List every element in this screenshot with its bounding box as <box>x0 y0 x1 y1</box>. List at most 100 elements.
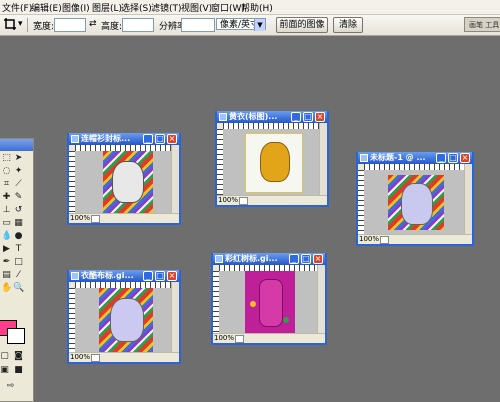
vertical-scrollbar[interactable] <box>171 282 179 353</box>
lasso-tool-icon[interactable]: ◌ <box>1 166 12 176</box>
close-icon[interactable]: × <box>460 153 470 163</box>
document-icon <box>71 272 79 280</box>
minimize-icon[interactable]: _ <box>143 134 153 144</box>
maximize-icon[interactable]: □ <box>155 271 165 281</box>
document-window[interactable]: 彩红树标.gi... _ □ × 100% <box>211 253 327 345</box>
background-color-swatch[interactable] <box>7 328 25 344</box>
resolution-field[interactable] <box>181 18 215 32</box>
vertical-scrollbar[interactable] <box>317 265 325 334</box>
standard-mode-icon[interactable]: ▢ <box>0 351 10 361</box>
slice-tool-icon[interactable]: ⟋ <box>13 179 24 189</box>
crop-tool-icon[interactable]: ⌗ <box>1 179 12 189</box>
title-bar[interactable]: 黄衣(标图)... _ □ × <box>217 111 327 123</box>
crop-icon[interactable] <box>3 17 17 31</box>
blur-tool-icon[interactable]: 💧 <box>1 231 12 241</box>
status-bar: 100% <box>69 352 179 362</box>
doc-info-icon[interactable] <box>91 215 100 223</box>
title-bar[interactable]: 连帽衫封标... _ □ × <box>69 133 179 145</box>
menu-file[interactable]: 文件(F) <box>2 1 32 14</box>
close-icon[interactable]: × <box>315 112 325 122</box>
minimize-icon[interactable]: _ <box>143 271 153 281</box>
garment-image <box>401 183 433 225</box>
title-bar[interactable]: 衣酷布标.gi... _ □ × <box>69 270 179 282</box>
canvas-area[interactable] <box>219 271 320 334</box>
vertical-scrollbar[interactable] <box>319 123 327 196</box>
doc-info-icon[interactable] <box>91 354 100 362</box>
jump-to-imageready-icon[interactable]: ⇨ <box>5 381 16 391</box>
eyedropper-icon[interactable]: ⁄ <box>13 270 24 280</box>
brush-tool-icon[interactable]: ✎ <box>13 192 24 202</box>
close-icon[interactable]: × <box>167 134 177 144</box>
minimize-icon[interactable]: _ <box>289 254 299 264</box>
canvas-area[interactable] <box>364 170 467 235</box>
pen-tool-icon[interactable]: ✒ <box>1 257 12 267</box>
marquee-tool-icon[interactable]: ⬚ <box>1 153 12 163</box>
document-title: 未标题-1 @ ... <box>370 153 426 162</box>
menu-help[interactable]: 帮助(H) <box>241 1 273 14</box>
front-image-button[interactable]: 前面的图像 <box>276 17 328 33</box>
menu-select[interactable]: 选择(S) <box>121 1 152 14</box>
maximize-icon[interactable]: □ <box>448 153 458 163</box>
maximize-icon[interactable]: □ <box>301 254 311 264</box>
notes-tool-icon[interactable]: ▤ <box>1 270 12 280</box>
magic-wand-icon[interactable]: ✦ <box>13 166 24 176</box>
minimize-icon[interactable]: _ <box>291 112 301 122</box>
eraser-tool-icon[interactable]: ▭ <box>1 218 12 228</box>
title-bar[interactable]: 彩红树标.gi... _ □ × <box>213 253 325 265</box>
document-window[interactable]: 衣酷布标.gi... _ □ × 100% <box>67 270 181 364</box>
document-window[interactable]: 连帽衫封标... _ □ × 100% <box>67 133 181 225</box>
unit-select[interactable]: 像素/英寸 ▼ <box>216 18 266 31</box>
canvas-area[interactable] <box>75 288 174 353</box>
zoom-level: 100% <box>70 214 91 222</box>
menu-edit[interactable]: 编辑(E) <box>31 1 62 14</box>
dodge-tool-icon[interactable]: ● <box>13 231 24 241</box>
doc-info-icon[interactable] <box>235 335 244 343</box>
fullscreen-mode-icon[interactable]: ■ <box>13 365 24 375</box>
menu-filter[interactable]: 滤镜(T) <box>151 1 182 14</box>
hand-tool-icon[interactable]: ✋ <box>1 283 12 293</box>
toolbox-header <box>0 139 33 151</box>
move-tool-icon[interactable]: ➤ <box>13 153 24 163</box>
doc-info-icon[interactable] <box>239 197 248 205</box>
type-tool-icon[interactable]: T <box>13 244 24 254</box>
maximize-icon[interactable]: □ <box>303 112 313 122</box>
shape-tool-icon[interactable]: □ <box>13 257 24 267</box>
height-field[interactable] <box>122 18 154 32</box>
screen-mode-icon[interactable]: ▣ <box>0 365 10 375</box>
document-window[interactable]: 黄衣(标图)... _ □ × 100% <box>215 111 329 207</box>
document-title: 彩红树标.gi... <box>225 254 278 263</box>
vertical-scrollbar[interactable] <box>171 145 179 214</box>
document-window[interactable]: 未标题-1 @ ... _ □ × 100% <box>356 152 474 246</box>
product-photo <box>245 133 303 193</box>
maximize-icon[interactable]: □ <box>155 134 165 144</box>
menu-image[interactable]: 图像(I) <box>62 1 90 14</box>
garment-image <box>112 161 144 203</box>
title-bar[interactable]: 未标题-1 @ ... _ □ × <box>358 152 472 164</box>
healing-brush-icon[interactable]: ✚ <box>1 192 12 202</box>
canvas-area[interactable] <box>75 151 174 214</box>
palette-well[interactable]: 画笔 工具 <box>464 17 500 32</box>
history-brush-icon[interactable]: ↺ <box>13 205 24 215</box>
crop-dropdown-arrow[interactable]: ▾ <box>18 19 23 29</box>
swap-icon[interactable]: ⇄ <box>89 19 97 29</box>
minimize-icon[interactable]: _ <box>436 153 446 163</box>
canvas-area[interactable] <box>223 129 322 196</box>
zoom-tool-icon[interactable]: 🔍 <box>13 283 24 293</box>
path-select-icon[interactable]: ▶ <box>1 244 12 254</box>
clear-button[interactable]: 清除 <box>333 17 363 33</box>
stamp-tool-icon[interactable]: ⊥ <box>1 205 12 215</box>
garment-image <box>110 298 144 342</box>
close-icon[interactable]: × <box>167 271 177 281</box>
options-bar: ▾ 宽度: ⇄ 高度: 分辨率: 像素/英寸 ▼ 前面的图像 清除 画笔 工具 <box>0 15 500 36</box>
menu-window[interactable]: 窗口(W) <box>211 1 245 14</box>
vertical-scrollbar[interactable] <box>464 164 472 235</box>
document-icon <box>215 255 223 263</box>
menu-view[interactable]: 视图(V) <box>181 1 212 14</box>
gradient-tool-icon[interactable]: ▦ <box>13 218 24 228</box>
doc-info-icon[interactable] <box>380 236 389 244</box>
quickmask-mode-icon[interactable]: ◙ <box>13 351 24 361</box>
product-photo <box>99 288 153 353</box>
close-icon[interactable]: × <box>313 254 323 264</box>
width-field[interactable] <box>54 18 86 32</box>
menu-layer[interactable]: 图层(L) <box>92 1 122 14</box>
